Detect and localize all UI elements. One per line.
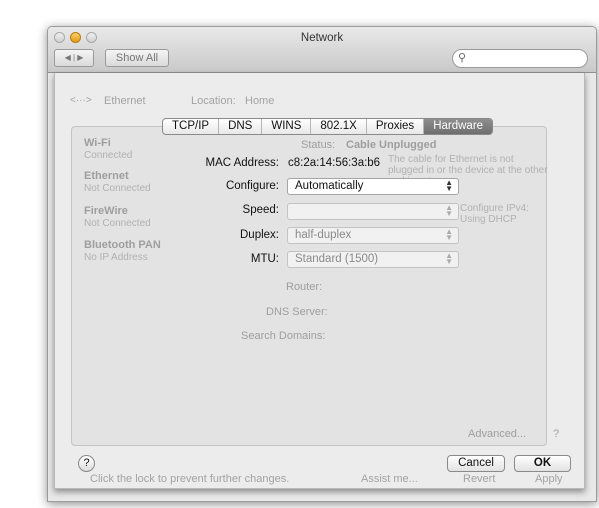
mtu-label: MTU: bbox=[250, 253, 279, 265]
sidebar-item-firewire[interactable]: FireWire bbox=[84, 205, 128, 217]
mac-address-value: c8:2a:14:56:3a:b6 bbox=[288, 157, 381, 169]
show-all-button[interactable]: Show All bbox=[105, 49, 169, 67]
updown-arrows-icon: ▲ ▼ bbox=[445, 227, 453, 242]
location-label: Location: bbox=[191, 95, 236, 107]
tab-hardware[interactable]: Hardware bbox=[424, 119, 493, 134]
background-network-pane: <···> Ethernet Location: Home Wi-Fi Conn… bbox=[48, 73, 596, 501]
mac-address-label: MAC Address: bbox=[205, 157, 280, 169]
speed-popup[interactable]: ▲ ▼ bbox=[287, 203, 459, 220]
location-popup[interactable]: Home bbox=[245, 95, 274, 107]
lock-text: Click the lock to prevent further change… bbox=[90, 473, 290, 485]
sidebar-item-wifi[interactable]: Wi-Fi bbox=[84, 137, 111, 149]
window-title: Network bbox=[300, 32, 344, 44]
sidebar-item-ethernet[interactable]: Ethernet bbox=[84, 170, 129, 182]
cancel-button[interactable]: Cancel bbox=[447, 455, 505, 472]
tab-bar: TCP/IP DNS WINS 802.1X Proxies Hardware bbox=[162, 118, 494, 135]
ok-button[interactable]: OK bbox=[514, 455, 571, 472]
mtu-value: Standard (1500) bbox=[295, 253, 379, 265]
revert-button[interactable]: Revert bbox=[463, 473, 495, 485]
dns-server-label: DNS Server: bbox=[266, 306, 328, 318]
tab-dns[interactable]: DNS bbox=[219, 119, 263, 134]
sidebar-ethernet-status: Not Connected bbox=[84, 183, 151, 194]
title-bar: Network ◀ | ▶ Show All ⚲ bbox=[48, 27, 596, 73]
back-icon[interactable]: ◀ bbox=[65, 53, 71, 62]
advanced-button[interactable]: Advanced... bbox=[468, 428, 526, 440]
speed-label: Speed: bbox=[242, 204, 279, 216]
updown-arrows-icon: ▲ ▼ bbox=[445, 178, 453, 193]
configure-value: Automatically bbox=[295, 180, 364, 192]
duplex-value: half-duplex bbox=[295, 229, 352, 241]
back-forward-buttons[interactable]: ◀ | ▶ bbox=[54, 49, 94, 67]
tab-tcpip[interactable]: TCP/IP bbox=[163, 119, 220, 134]
sidebar-wifi-status: Connected bbox=[84, 150, 133, 161]
mtu-popup[interactable]: Standard (1500) ▲ ▼ bbox=[287, 251, 459, 268]
search-input[interactable]: ⚲ bbox=[452, 49, 588, 68]
tab-proxies[interactable]: Proxies bbox=[367, 119, 425, 134]
updown-arrows-icon: ▲ ▼ bbox=[445, 251, 453, 266]
duplex-popup[interactable]: half-duplex ▲ ▼ bbox=[287, 227, 459, 244]
network-window: Network ◀ | ▶ Show All ⚲ TCP/IP DNS WINS… bbox=[47, 26, 597, 502]
sidebar-item-bluetooth[interactable]: Bluetooth PAN bbox=[84, 239, 161, 251]
service-name: Ethernet bbox=[104, 95, 146, 107]
sidebar-firewire-status: Not Connected bbox=[84, 218, 151, 229]
sidebar-bluetooth-status: No IP Address bbox=[84, 252, 148, 263]
forward-icon[interactable]: ▶ bbox=[77, 53, 83, 62]
tab-8021x[interactable]: 802.1X bbox=[311, 119, 367, 134]
ethernet-icon: <···> bbox=[70, 95, 92, 106]
router-label: Router: bbox=[286, 281, 323, 293]
tab-wins[interactable]: WINS bbox=[262, 119, 312, 134]
search-domains-label: Search Domains: bbox=[241, 330, 326, 342]
apply-button[interactable]: Apply bbox=[535, 473, 563, 485]
search-icon: ⚲ bbox=[458, 52, 467, 64]
status-value: Cable Unplugged bbox=[346, 139, 437, 151]
status-label: Status: bbox=[301, 139, 336, 151]
background-help-button[interactable]: ? bbox=[553, 428, 559, 440]
configure-ipv4: Configure IPv4: Using DHCP bbox=[460, 203, 529, 225]
configure-popup[interactable]: Automatically ▲ ▼ bbox=[287, 178, 459, 195]
assist-button[interactable]: Assist me... bbox=[361, 473, 418, 485]
duplex-label: Duplex: bbox=[240, 229, 279, 241]
configure-label: Configure: bbox=[225, 180, 279, 192]
help-button[interactable]: ? bbox=[78, 455, 95, 472]
updown-arrows-icon: ▲ ▼ bbox=[445, 203, 453, 218]
